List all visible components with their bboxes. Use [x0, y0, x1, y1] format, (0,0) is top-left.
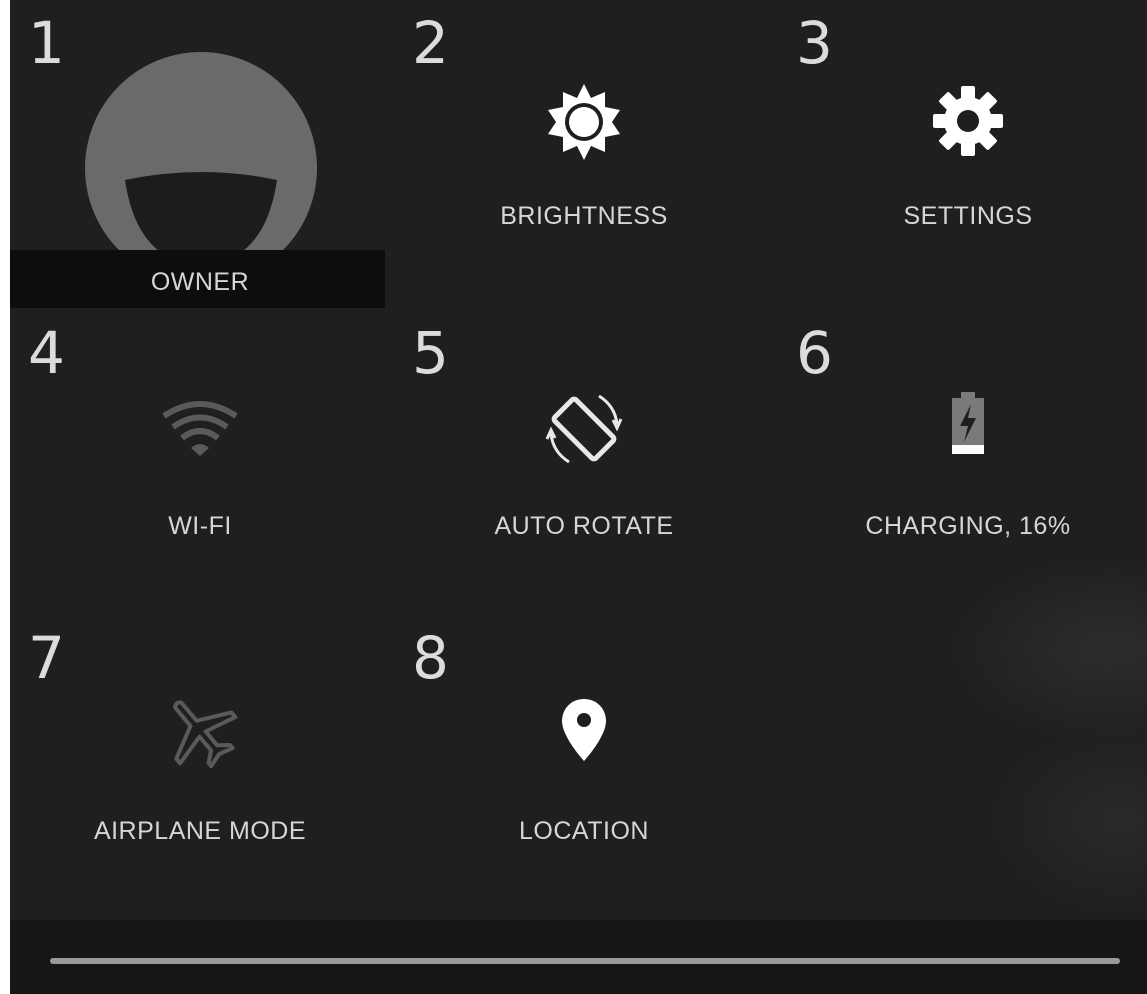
- tile-label-battery: CHARGING, 16%: [865, 512, 1071, 540]
- tile-number: 2: [412, 9, 449, 77]
- tile-number: 1: [28, 9, 65, 77]
- brightness-sun-icon: [544, 82, 624, 167]
- tile-battery[interactable]: 6 CHARGING, 16%: [778, 310, 1147, 616]
- tile-number: 7: [28, 624, 65, 692]
- tile-auto-rotate[interactable]: 5 AUTO ROTATE: [394, 310, 774, 616]
- tile-label-airplane-mode: AIRPLANE MODE: [93, 817, 307, 845]
- tile-location[interactable]: 8 LOCATION: [394, 615, 774, 921]
- tile-number: 3: [796, 9, 833, 77]
- location-pin-icon: [560, 697, 608, 768]
- panel-footer: [10, 920, 1147, 994]
- tile-wifi[interactable]: 4 WI-FI: [10, 310, 390, 616]
- tile-number: 8: [412, 624, 449, 692]
- drag-handle[interactable]: [50, 958, 1120, 964]
- tile-settings[interactable]: 3 SETTINGS: [778, 0, 1147, 306]
- tile-brightness[interactable]: 2 BRIGHTNESS: [394, 0, 774, 306]
- tile-label-auto-rotate: AUTO ROTATE: [494, 512, 674, 540]
- tile-airplane-mode[interactable]: 7 AIRPLANE MODE: [10, 615, 390, 921]
- tile-number: 6: [796, 319, 833, 387]
- tile-number: 5: [412, 319, 449, 387]
- tile-label-location: LOCATION: [519, 817, 649, 845]
- gear-icon: [931, 84, 1005, 163]
- tile-label-wifi: WI-FI: [168, 512, 232, 540]
- tile-label-settings: SETTINGS: [903, 202, 1033, 230]
- auto-rotate-icon: [541, 386, 627, 477]
- tile-owner[interactable]: 1 OWNER: [10, 0, 390, 308]
- battery-charging-icon: [948, 390, 988, 461]
- tile-number: 4: [28, 319, 65, 387]
- airplane-icon: [158, 693, 242, 774]
- tile-label-owner: OWNER: [150, 268, 250, 296]
- tile-label-brightness: BRIGHTNESS: [500, 202, 668, 230]
- wifi-icon: [158, 398, 242, 463]
- quick-settings-panel: 1 OWNER 2 BRIGHTNESS 3 SETTINGS 4 WI-FI …: [10, 0, 1147, 994]
